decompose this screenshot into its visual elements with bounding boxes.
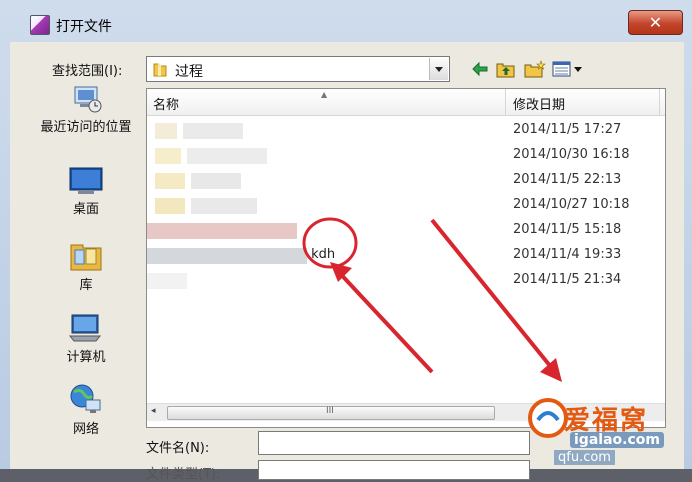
watermark-url: igalao.com xyxy=(570,432,664,448)
arrow-head-icon xyxy=(330,262,352,282)
open-file-dialog: 打开文件 ✕ 查找范围(I): 过程 最近访问的位置 桌面 库 计算机 网络 名… xyxy=(0,0,692,482)
highlight-circle xyxy=(302,217,358,269)
watermark-url-secondary: qfu.com xyxy=(554,450,615,465)
annotation-arrow-1 xyxy=(333,266,434,374)
annotation-arrow-2 xyxy=(430,218,557,374)
arrow-head-icon xyxy=(540,358,562,382)
watermark: 爱福窝 igalao.com qfu.com xyxy=(524,392,692,469)
